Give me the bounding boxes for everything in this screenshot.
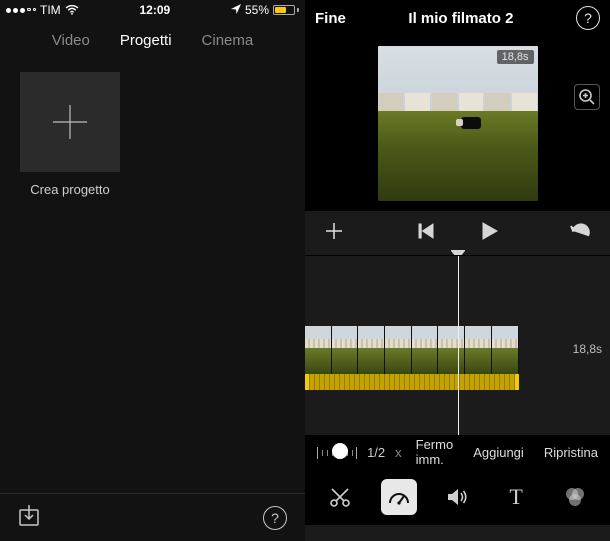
video-clip[interactable] xyxy=(305,326,519,374)
playhead[interactable] xyxy=(458,256,460,435)
video-preview[interactable]: 18,8s xyxy=(378,46,538,201)
clock: 12:09 xyxy=(139,3,170,17)
help-icon: ? xyxy=(584,10,592,26)
editor-header: Fine Il mio filmato 2 ? xyxy=(305,0,610,36)
tab-projects[interactable]: Progetti xyxy=(120,32,172,49)
editor-screen: Fine Il mio filmato 2 ? 18,8s xyxy=(305,0,610,541)
scissors-icon xyxy=(328,485,352,509)
timeline-duration: 18,8s xyxy=(573,342,602,356)
signal-dots-icon xyxy=(6,8,36,13)
plus-icon xyxy=(47,99,93,145)
export-button[interactable] xyxy=(18,503,40,532)
speed-reset-button[interactable]: Ripristina xyxy=(544,445,598,460)
cut-tool[interactable] xyxy=(322,479,358,515)
speed-ratio: 1/2 xyxy=(367,445,385,460)
preview-area: 18,8s xyxy=(305,36,610,211)
skip-start-icon xyxy=(417,222,435,240)
speed-add-button[interactable]: Aggiungi xyxy=(473,445,524,460)
create-project-tile[interactable]: Crea progetto xyxy=(20,72,120,197)
help-button[interactable]: ? xyxy=(263,506,287,530)
status-bar: TIM 12:09 55% xyxy=(0,0,305,20)
location-icon xyxy=(231,3,241,17)
tab-bar: Video Progetti Cinema xyxy=(0,20,305,60)
zoom-button[interactable] xyxy=(574,84,600,110)
preview-duration-badge: 18,8s xyxy=(497,50,534,64)
speed-x-label: x xyxy=(395,445,402,460)
undo-icon xyxy=(568,221,592,241)
speaker-icon xyxy=(445,485,469,509)
speedometer-icon xyxy=(387,485,411,509)
undo-button[interactable] xyxy=(568,221,592,246)
play-icon xyxy=(479,221,499,241)
freeze-frame-button[interactable]: Fermo imm. xyxy=(416,437,454,467)
tab-cinema[interactable]: Cinema xyxy=(202,32,254,49)
export-icon xyxy=(18,503,40,527)
create-project-label: Crea progetto xyxy=(20,182,120,197)
transport-bar xyxy=(305,211,610,255)
speed-controls: 1/2 x Fermo imm. Aggiungi Ripristina xyxy=(305,435,610,469)
add-media-button[interactable] xyxy=(323,220,345,247)
audio-tool[interactable] xyxy=(439,479,475,515)
bottom-bar: ? xyxy=(0,493,305,541)
speed-slider[interactable] xyxy=(317,442,357,462)
text-icon: T xyxy=(509,484,522,510)
timeline[interactable]: 18,8s xyxy=(305,255,610,435)
battery-pct: 55% xyxy=(245,3,269,17)
carrier-label: TIM xyxy=(40,3,61,17)
magnifier-plus-icon xyxy=(578,88,596,106)
wifi-icon xyxy=(65,5,79,15)
projects-grid: Crea progetto xyxy=(0,60,305,493)
audio-clip[interactable] xyxy=(305,374,519,390)
play-button[interactable] xyxy=(479,221,499,246)
tab-video[interactable]: Video xyxy=(52,32,90,49)
help-icon: ? xyxy=(271,510,279,526)
plus-icon xyxy=(323,220,345,242)
editor-help-button[interactable]: ? xyxy=(576,6,600,30)
overlapping-circles-icon xyxy=(562,484,588,510)
battery-icon xyxy=(273,5,299,15)
done-button[interactable]: Fine xyxy=(315,10,346,27)
projects-screen: TIM 12:09 55% Video Progetti Cinema xyxy=(0,0,305,541)
speed-tool[interactable] xyxy=(381,479,417,515)
go-to-start-button[interactable] xyxy=(417,222,435,245)
text-tool[interactable]: T xyxy=(498,479,534,515)
speed-knob[interactable] xyxy=(332,443,348,459)
project-title: Il mio filmato 2 xyxy=(408,10,513,27)
tool-bar: T xyxy=(305,469,610,525)
filters-tool[interactable] xyxy=(557,479,593,515)
